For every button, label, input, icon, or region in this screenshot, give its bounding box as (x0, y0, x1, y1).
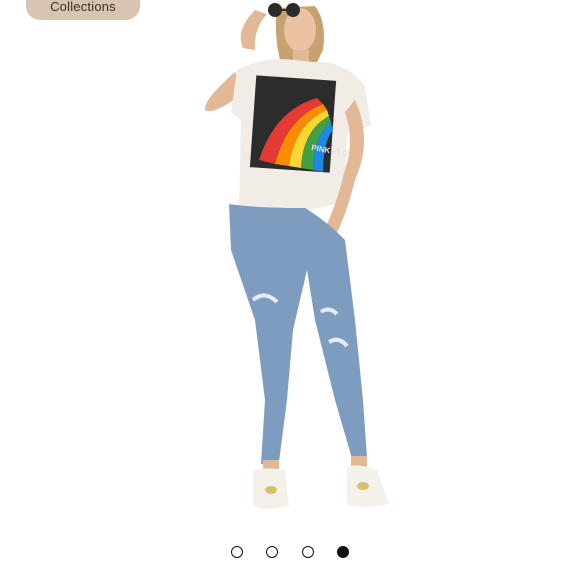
sunglasses-left (268, 3, 282, 17)
carousel-dot-2[interactable] (266, 546, 278, 558)
model-figure: PINK FLOYD (204, 3, 389, 509)
collections-button[interactable]: Collections (26, 0, 140, 20)
sneaker-right-star (357, 482, 369, 490)
jeans-shape (229, 204, 367, 464)
sneaker-left-star (265, 486, 277, 494)
product-photo[interactable]: PINK FLOYD (0, 0, 580, 530)
listing-page: PINK FLOYD Collections (0, 0, 580, 580)
raised-arm (240, 10, 267, 50)
sunglasses-right (286, 3, 300, 17)
carousel-dot-3[interactable] (302, 546, 314, 558)
collections-label: Collections (50, 0, 116, 14)
carousel-dot-1[interactable] (231, 546, 243, 558)
carousel-dot-4[interactable] (337, 546, 349, 558)
carousel-pagination (0, 546, 580, 560)
